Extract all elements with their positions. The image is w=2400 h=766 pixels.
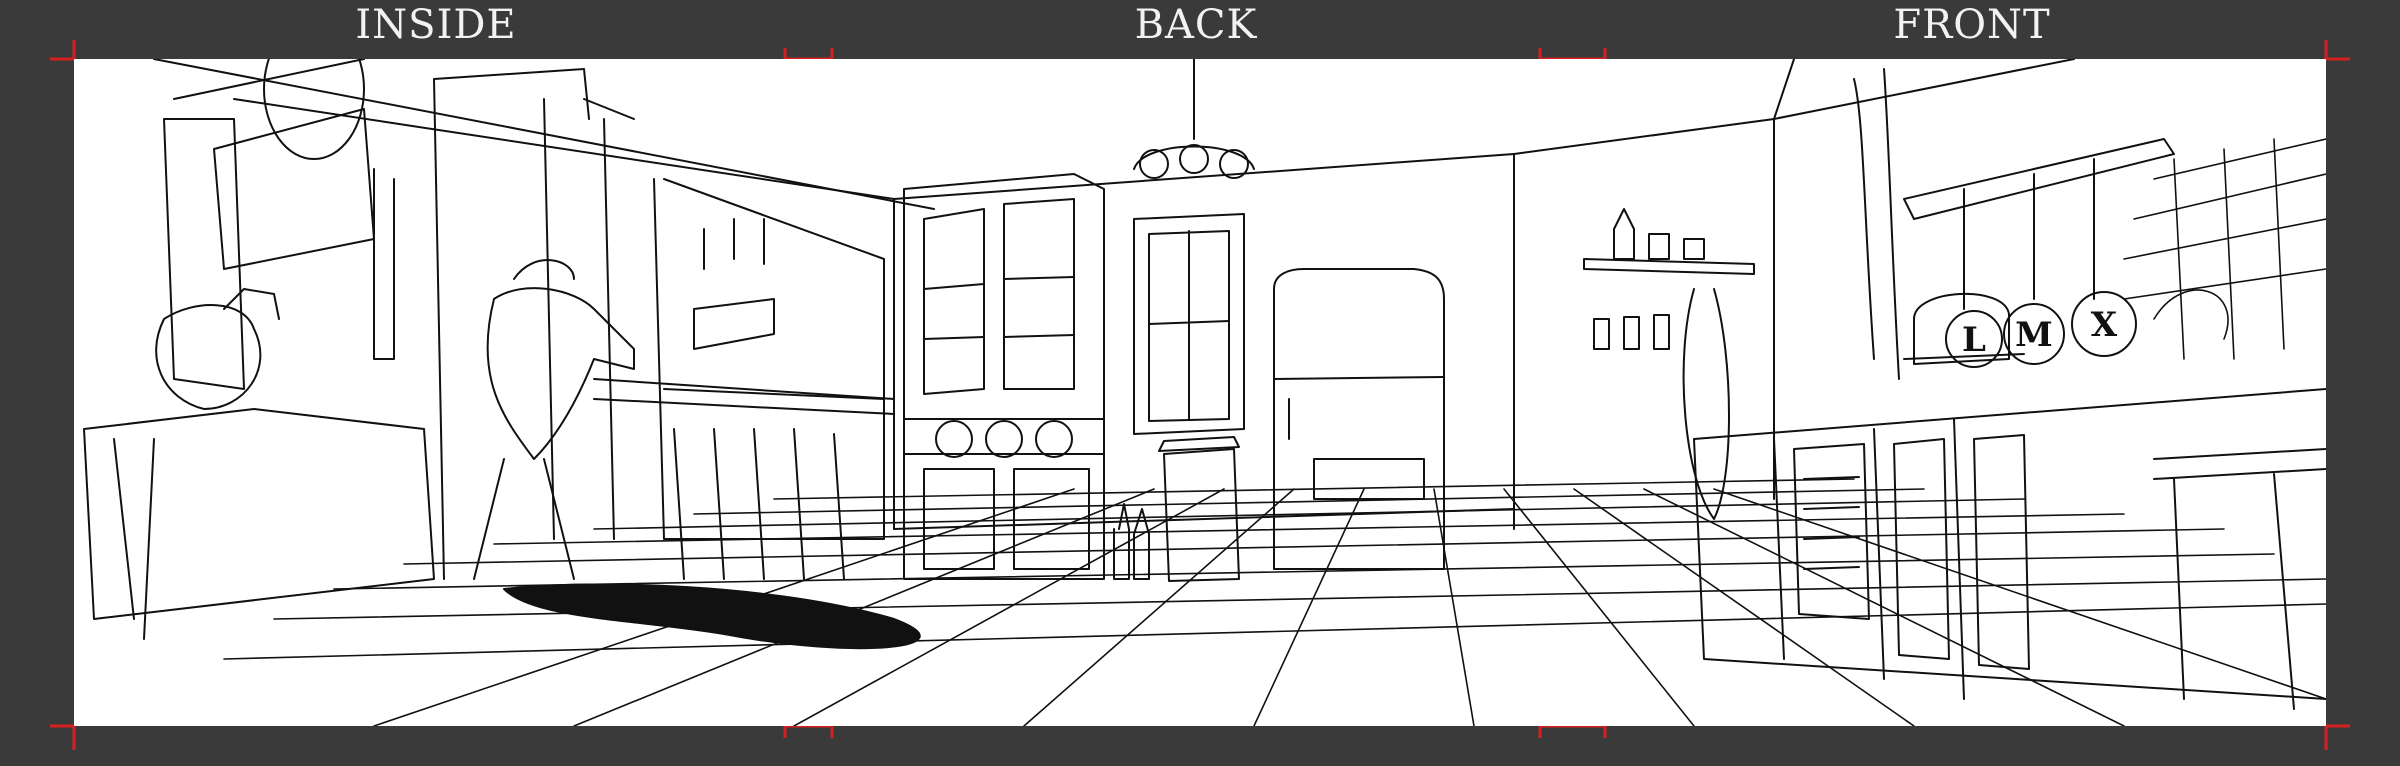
left-wall-frames — [83, 59, 885, 640]
hanging-lamp — [1133, 59, 1255, 179]
sketch-sheet: L M X — [74, 59, 2326, 726]
pot-label-l: L — [1962, 320, 1986, 360]
pot-rack — [1853, 68, 2175, 380]
crop-mark-bottom-2 — [1538, 724, 1607, 738]
crop-mark-top-left — [50, 40, 76, 61]
kitchen-sketch: L M X — [83, 59, 2326, 726]
crop-mark-top-1 — [783, 48, 834, 61]
bottles — [1113, 503, 1150, 580]
crop-mark-top-right — [2324, 40, 2350, 61]
crop-mark-bottom-1 — [783, 724, 834, 738]
floor-shadow — [503, 583, 921, 650]
crop-mark-bottom-right — [2324, 724, 2350, 750]
pot-label-m: M — [2015, 315, 2053, 355]
refrigerator — [1273, 268, 1445, 570]
window — [1133, 213, 1245, 435]
wall-tiles — [2123, 138, 2326, 360]
spice-shelf — [1583, 208, 1755, 520]
pot-label-x: X — [2091, 305, 2118, 345]
crop-mark-bottom-left — [50, 724, 76, 750]
crop-mark-top-2 — [1538, 48, 1607, 61]
trash-bin — [1158, 436, 1240, 582]
